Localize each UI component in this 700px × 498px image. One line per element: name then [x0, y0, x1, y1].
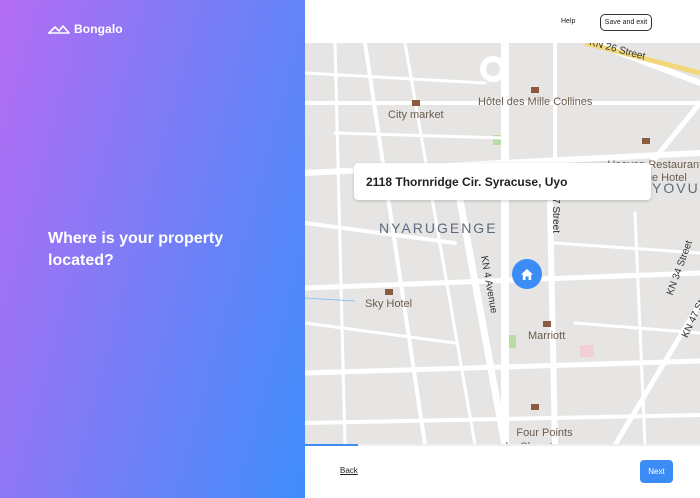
hotel-icon: [384, 289, 393, 295]
save-and-exit-button[interactable]: Save and exit: [600, 14, 652, 31]
area-label-yovu: YOVU: [652, 180, 700, 196]
location-pin[interactable]: [512, 259, 542, 289]
next-button[interactable]: Next: [640, 460, 673, 483]
page-question: Where is your property located?: [48, 230, 224, 269]
left-panel: Bongalo Where is your property located?: [0, 0, 305, 498]
brand-name: Bongalo: [74, 22, 123, 36]
map[interactable]: City market Hôtel des Mille Collines Hea…: [305, 43, 700, 445]
poi-label: Sky Hotel: [365, 298, 413, 310]
address-field[interactable]: 2118 Thornridge Cir. Syracuse, Uyo: [354, 163, 651, 200]
poi-marriott[interactable]: Marriott: [528, 320, 565, 343]
back-link[interactable]: Back: [340, 466, 358, 475]
poi-sky-hotel[interactable]: Sky Hotel: [365, 288, 412, 311]
poi-label: Hôtel des Mille Collines: [478, 96, 593, 108]
home-pin-icon: [521, 268, 533, 280]
hotel-icon: [531, 87, 540, 93]
right-panel: Help Save and exit City market Hôtel des…: [305, 0, 700, 498]
poi-label: Four Points by Sheraton: [506, 427, 573, 445]
street-7: 7 Street: [550, 198, 561, 234]
hotel-icon: [531, 404, 540, 410]
brand-logo[interactable]: Bongalo: [48, 22, 123, 36]
hotel-icon: [542, 321, 551, 327]
area-label-nyarugenge: NYARUGENGE: [379, 220, 498, 236]
house-outline-logo-icon: [48, 25, 70, 34]
shop-icon: [411, 100, 420, 106]
poi-label: Marriott: [528, 330, 566, 342]
progress-fill: [305, 444, 359, 446]
progress-bar: [305, 444, 700, 446]
poi-label: City market: [388, 109, 444, 121]
poi-hotel-mille-collines[interactable]: Hôtel des Mille Collines: [478, 86, 592, 109]
hotel-icon: [641, 138, 650, 144]
help-link[interactable]: Help: [561, 18, 575, 25]
top-bar: Help Save and exit: [305, 0, 700, 43]
poi-four-points[interactable]: Four Points by Sheraton: [498, 375, 573, 445]
poi-city-market[interactable]: City market: [388, 99, 444, 122]
